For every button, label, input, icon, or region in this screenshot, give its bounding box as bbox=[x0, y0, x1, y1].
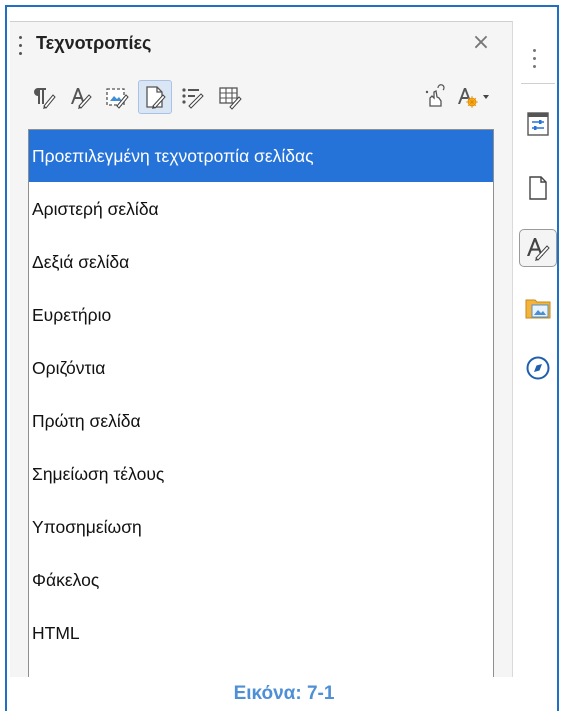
navigator-button[interactable] bbox=[519, 349, 557, 387]
styles-actions-icon bbox=[458, 88, 489, 108]
styles-toolbar bbox=[10, 74, 512, 128]
list-item[interactable]: Ευρετήριο bbox=[29, 289, 493, 341]
fill-format-icon bbox=[425, 84, 445, 107]
list-styles-button[interactable] bbox=[176, 80, 210, 114]
paragraph-styles-button[interactable] bbox=[26, 80, 60, 114]
list-item[interactable]: Φάκελος bbox=[29, 554, 493, 606]
character-styles-button[interactable] bbox=[63, 80, 97, 114]
fill-format-mode-button[interactable] bbox=[418, 80, 452, 114]
deck-title: Τεχνοτροπίες bbox=[36, 33, 152, 53]
page-styles-button[interactable] bbox=[138, 80, 172, 114]
frame-styles-icon bbox=[106, 88, 129, 109]
list-item[interactable]: Οριζόντια bbox=[29, 342, 493, 394]
table-styles-button[interactable] bbox=[213, 80, 247, 114]
sidebar-divider bbox=[521, 83, 555, 84]
page-icon bbox=[529, 176, 547, 200]
list-item[interactable]: Σημείωση τέλους bbox=[29, 448, 493, 500]
close-button[interactable]: × bbox=[468, 30, 494, 56]
navigator-icon bbox=[526, 356, 550, 380]
list-styles-icon bbox=[182, 88, 204, 109]
page-styles-icon bbox=[146, 86, 166, 109]
list-item[interactable]: Αριστερή σελίδα bbox=[29, 183, 493, 235]
gallery-icon bbox=[525, 299, 551, 319]
figure-caption: Εικόνα: 7-1 bbox=[233, 683, 335, 704]
frame-styles-button[interactable] bbox=[100, 80, 134, 114]
properties-icon bbox=[527, 112, 549, 136]
styles-list[interactable]: Προεπιλεγμένη τεχνοτροπία σελίδας Αριστε… bbox=[28, 129, 494, 677]
list-item[interactable]: Υποσημείωση bbox=[29, 501, 493, 553]
paragraph-styles-icon bbox=[34, 88, 56, 109]
list-item[interactable]: HTML bbox=[29, 607, 493, 659]
list-item[interactable]: Προεπιλεγμένη τεχνοτροπία σελίδας bbox=[29, 130, 493, 182]
table-styles-icon bbox=[219, 87, 242, 110]
gallery-button[interactable] bbox=[519, 289, 557, 327]
styles-deck: Τεχνοτροπίες × Προεπιλεγμένη τεχνοτροπία… bbox=[10, 21, 513, 677]
drag-handle-icon[interactable] bbox=[19, 36, 23, 58]
styles-button[interactable] bbox=[519, 229, 557, 267]
list-item[interactable]: Πρώτη σελίδα bbox=[29, 395, 493, 447]
list-item[interactable]: Δεξιά σελίδα bbox=[29, 236, 493, 288]
deck-titlebar: Τεχνοτροπίες × bbox=[10, 22, 512, 70]
styles-actions-button[interactable] bbox=[452, 80, 494, 114]
properties-button[interactable] bbox=[519, 105, 557, 143]
figure-frame: Τεχνοτροπίες × Προεπιλεγμένη τεχνοτροπία… bbox=[5, 5, 559, 711]
sidebar-tabbar bbox=[515, 21, 561, 713]
page-button[interactable] bbox=[519, 169, 557, 207]
sidebar-menu-icon[interactable] bbox=[533, 49, 537, 73]
styles-icon bbox=[527, 238, 550, 261]
character-styles-icon bbox=[71, 88, 92, 109]
